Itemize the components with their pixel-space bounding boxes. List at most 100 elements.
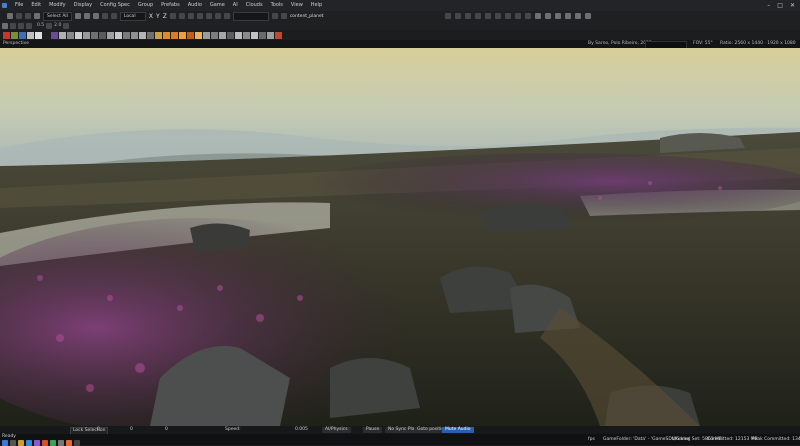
material-swatch[interactable] [195,31,202,39]
grid-size-value[interactable]: 0.5 [37,23,44,28]
grid-icon[interactable] [110,13,117,19]
pause-button[interactable]: Pause [363,427,383,433]
menu-game[interactable]: Game [206,0,229,11]
globe-icon[interactable] [280,13,287,19]
pivot-icon[interactable] [475,13,481,19]
menu-clouds[interactable]: Clouds [242,0,267,11]
material-swatch[interactable] [59,31,66,39]
physics-icon[interactable] [196,13,203,19]
camera-icon[interactable] [187,13,194,19]
close-icon[interactable]: ✕ [790,2,795,9]
rotate-gizmo-icon[interactable] [455,13,461,19]
menu-tools[interactable]: Tools [267,0,287,11]
maximize-icon[interactable]: □ [777,2,783,9]
axis-x-label[interactable]: X [149,13,153,20]
axis-z-label[interactable]: Z [163,13,167,20]
viewport-mode-label[interactable]: Perspective [3,40,29,48]
undo-icon[interactable] [7,13,13,19]
material-swatch[interactable] [131,31,138,39]
link-icon[interactable] [34,13,40,19]
measure-icon[interactable] [515,13,521,19]
menu-edit[interactable]: Edit [27,0,45,11]
play-icon[interactable] [585,13,591,19]
axis-y-label[interactable]: Y [156,13,160,20]
material-swatch[interactable] [83,31,90,39]
material-swatch[interactable] [107,31,114,39]
menu-display[interactable]: Display [70,0,96,11]
vegetation-icon[interactable] [178,13,185,19]
media-icon[interactable] [42,440,48,446]
angle-snap-value[interactable]: 2.0 [54,23,61,28]
terminal-icon[interactable] [74,440,80,446]
menu-group[interactable]: Group [134,0,157,11]
stats-icon[interactable] [525,13,531,19]
menu-view[interactable]: View [287,0,307,11]
material-swatch[interactable] [67,31,74,39]
minimize-icon[interactable]: – [767,2,770,9]
material-swatch[interactable] [267,31,274,39]
material-swatch[interactable] [51,31,58,39]
material-swatch[interactable] [235,31,242,39]
coord-x-value[interactable]: 0 [97,426,100,434]
pan-icon[interactable] [2,22,8,29]
layers-icon[interactable] [214,13,221,19]
history-icon[interactable] [25,13,31,19]
coord-y-value[interactable]: 0 [130,426,133,434]
angle-snap-icon[interactable] [46,22,53,29]
material-swatch[interactable] [187,31,194,39]
settings-icon[interactable] [58,440,64,446]
menu-config-spec[interactable]: Config Spec [96,0,134,11]
scale-icon[interactable] [92,13,99,19]
material-swatch[interactable] [115,31,122,39]
scale-gizmo-icon[interactable] [465,13,471,19]
material-swatch[interactable] [171,31,178,39]
browser-icon[interactable] [26,440,32,446]
material-swatch[interactable] [251,31,258,39]
ai-debug-icon[interactable] [575,13,581,19]
snap-to-grid-icon[interactable] [26,22,32,29]
drop-icon[interactable] [495,13,501,19]
menu-ai[interactable]: AI [229,0,242,11]
material-swatch[interactable] [19,31,26,39]
object-name-label[interactable]: content_planet [290,14,324,19]
orbit-icon[interactable] [10,22,16,29]
list-icon[interactable] [223,13,230,19]
windows-start-icon[interactable] [2,440,8,446]
material-swatch[interactable] [163,31,170,39]
material-swatch[interactable] [99,31,106,39]
mute-audio-button[interactable]: Mute Audio [442,427,474,433]
material-swatch[interactable] [203,31,210,39]
material-swatch[interactable] [179,31,186,39]
material-swatch[interactable] [155,31,162,39]
menu-modify[interactable]: Modify [45,0,70,11]
paint-icon[interactable] [505,13,511,19]
sheet-icon[interactable] [50,440,56,446]
material-swatch[interactable] [275,31,282,39]
material-swatch[interactable] [3,31,10,39]
layer-dropdown[interactable] [232,11,269,21]
speed-value[interactable]: 0.005 [295,426,308,434]
menu-file[interactable]: File [11,0,27,11]
search-icon[interactable] [10,440,16,446]
coord-space-dropdown[interactable]: Local [119,11,146,21]
material-swatch[interactable] [35,31,42,39]
profiler-icon[interactable] [565,13,571,19]
rotate-icon[interactable] [83,13,90,19]
menu-help[interactable]: Help [307,0,326,11]
console-icon[interactable] [555,13,561,19]
material-swatch[interactable] [27,31,34,39]
material-swatch[interactable] [219,31,226,39]
material-swatch[interactable] [75,31,82,39]
terrain-follow-icon[interactable] [63,22,70,29]
app-icon[interactable] [34,440,40,446]
material-swatch[interactable] [259,31,266,39]
translate-gizmo-icon[interactable] [445,13,451,19]
material-swatch[interactable] [11,31,18,39]
menu-audio[interactable]: Audio [184,0,206,11]
record-icon[interactable] [535,13,541,19]
coord-z-value[interactable]: 0 [165,426,168,434]
material-swatch[interactable] [243,31,250,39]
screenshot-icon[interactable] [545,13,551,19]
ai-physics-toggle[interactable]: AI/Physics [322,427,351,433]
material-swatch[interactable] [123,31,130,39]
